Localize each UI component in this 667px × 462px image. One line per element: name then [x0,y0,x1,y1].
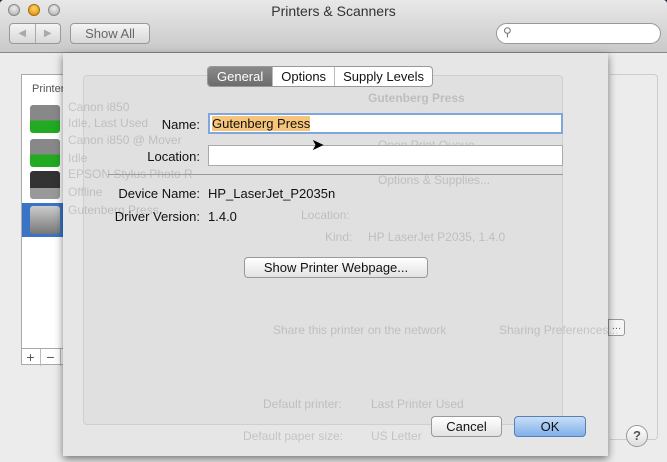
ghost-default-printer-label: Default printer: [263,397,342,411]
location-field[interactable] [208,145,563,166]
ghost-printer-status: Idle [68,151,88,165]
printer-icon [30,139,60,167]
device-name-label: Device Name: [118,186,200,201]
printer-info-sheet: Canon i850 Idle, Last Used Canon i850 @ … [63,53,618,456]
printer-icon [30,105,60,133]
tab-bar: General Options Supply Levels [207,66,434,87]
ghost-printer-name: Canon i850 [68,100,130,114]
search-icon: ⚲ [503,25,512,39]
title-bar: Printers & Scanners ◀ ▶ Show All ⚲ [0,0,667,53]
ghost-detail-title: Gutenberg Press [368,91,465,105]
ghost-printer-name: Canon i850 @ Mover [68,133,182,147]
remove-printer-button[interactable]: − [41,349,61,366]
search-input[interactable]: ⚲ [496,23,661,44]
ghost-share-checkbox: Share this printer on the network [273,323,447,337]
printer-detail-panel [610,74,658,440]
add-printer-button[interactable]: + [21,349,41,366]
add-remove-bar: + − [21,348,65,366]
laser-printer-icon [30,206,60,234]
ok-button[interactable]: OK [514,416,586,437]
name-field[interactable]: Gutenberg Press [208,113,563,134]
name-label: Name: [161,117,200,132]
ghost-kind-value: HP LaserJet P2035, 1.4.0 [368,230,506,244]
printer-list[interactable]: Printers [21,74,70,365]
ghost-kind-label: Kind: [325,230,353,244]
show-all-button[interactable]: Show All [70,23,150,44]
ghost-default-printer-value: Last Printer Used [371,397,464,411]
printers-scanners-window: Printers & Scanners ◀ ▶ Show All ⚲ Print… [0,0,667,462]
name-value: Gutenberg Press [212,116,311,131]
back-forward-buttons: ◀ ▶ [9,23,61,44]
ghost-default-paper-value: US Letter [371,429,422,443]
show-printer-webpage-button[interactable]: Show Printer Webpage... [244,257,428,278]
cancel-button[interactable]: Cancel [431,416,502,437]
printer-icon [30,171,60,199]
help-button[interactable]: ? [626,425,648,447]
mouse-pointer-icon: ➤ [311,137,325,154]
tab-supply-levels[interactable]: Supply Levels [335,67,432,86]
device-name-value: HP_LaserJet_P2035n [208,186,336,201]
back-button[interactable]: ◀ [10,24,36,43]
tab-options[interactable]: Options [273,67,336,86]
location-label: Location: [147,149,200,164]
driver-version-label: Driver Version: [114,209,200,224]
ghost-location: Location: [301,208,350,222]
window-title: Printers & Scanners [271,3,396,19]
ghost-default-paper-label: Default paper size: [243,429,344,443]
ghost-options-supplies: Options & Supplies... [378,173,491,187]
separator [108,174,563,175]
tab-general[interactable]: General [208,67,274,86]
forward-button[interactable]: ▶ [36,24,61,43]
ghost-sharing-prefs: Sharing Preferences... [499,323,619,337]
driver-version-value: 1.4.0 [208,209,237,224]
